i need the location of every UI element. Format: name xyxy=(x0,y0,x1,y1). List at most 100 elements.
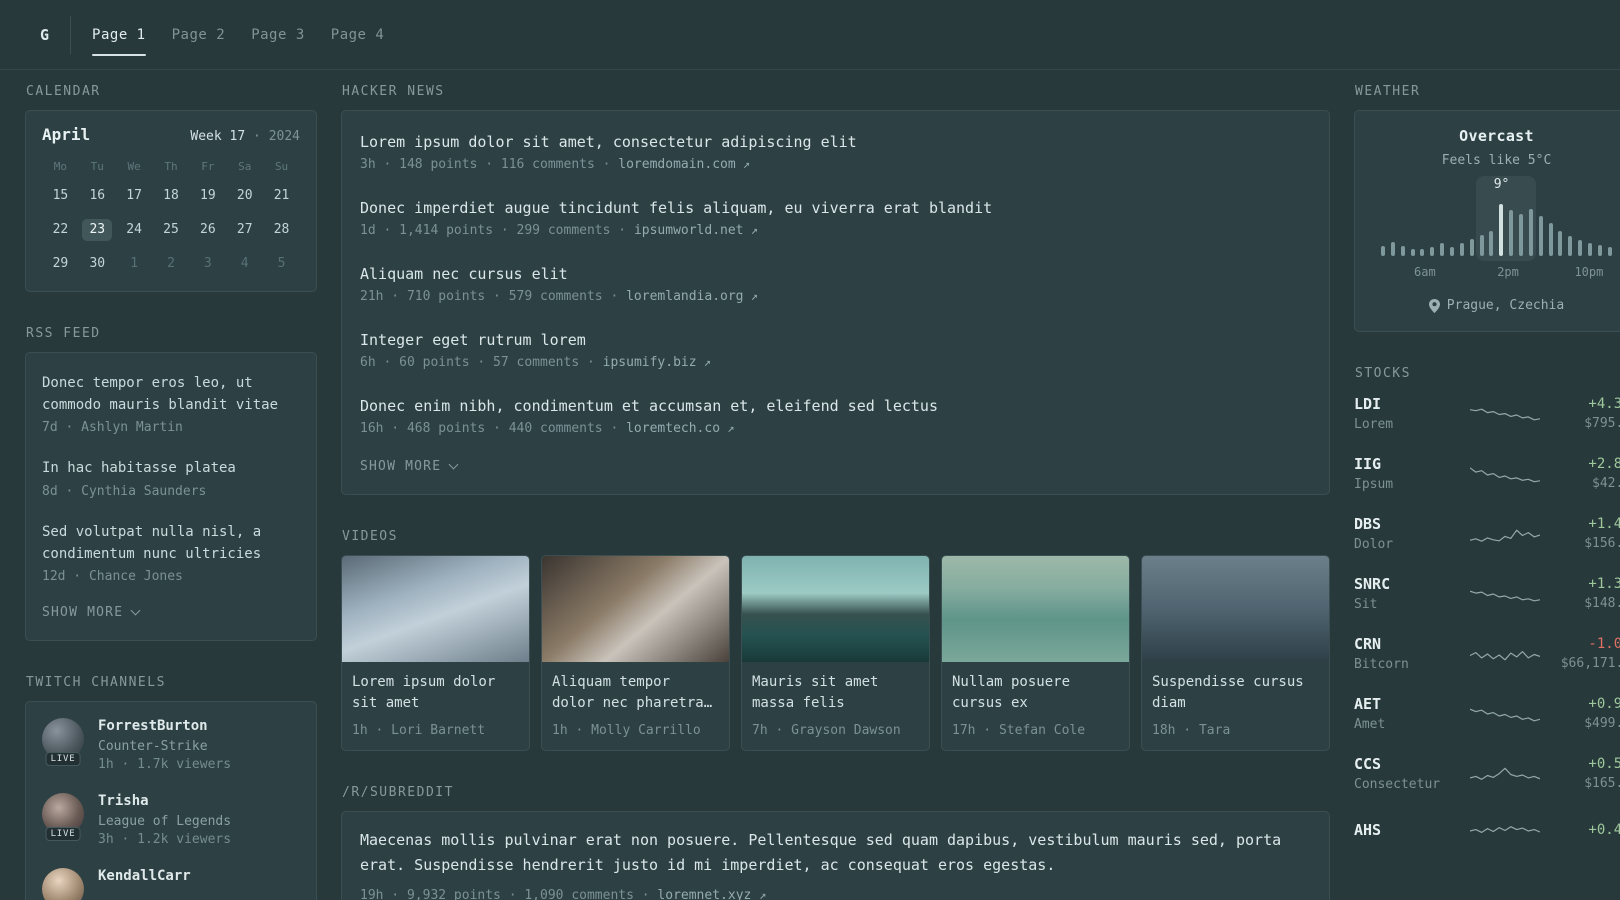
video-card[interactable]: Suspendisse cursus diam 18h · Tara xyxy=(1141,555,1330,751)
video-thumbnail xyxy=(1142,556,1329,662)
stock-symbol: IIG xyxy=(1354,455,1382,473)
stock-row[interactable]: LDI Lorem +4.35% $795.18 xyxy=(1354,395,1620,432)
rss-item-title[interactable]: Donec tempor eros leo, ut commodo mauris… xyxy=(42,373,300,416)
calendar-day-number: 25 xyxy=(163,222,179,237)
hn-item-title[interactable]: Donec enim nibh, condimentum et accumsan… xyxy=(360,396,1311,417)
location-pin-icon xyxy=(1428,298,1440,313)
weather-bar xyxy=(1479,235,1484,256)
rss-widget: RSS FEED Donec tempor eros leo, ut commo… xyxy=(25,326,317,642)
stock-change: +1.42% xyxy=(1588,516,1620,532)
weather-location-text: Prague, Czechia xyxy=(1446,298,1565,313)
hn-item-domain-link[interactable]: loremdomain.com xyxy=(618,157,735,172)
stock-name: Ipsum xyxy=(1354,477,1394,492)
calendar-weekday: Su xyxy=(274,160,289,173)
tab-page-3[interactable]: Page 3 xyxy=(251,0,305,69)
calendar-day-number: 15 xyxy=(52,188,69,203)
separator: · xyxy=(253,129,261,144)
rss-item-title[interactable]: In hac habitasse platea xyxy=(42,458,300,480)
rss-item: In hac habitasse platea 8d · Cynthia Saun… xyxy=(42,446,300,510)
calendar-day: 22 xyxy=(42,219,79,241)
stock-sparkline xyxy=(1470,590,1540,601)
hacker-news-card: Lorem ipsum dolor sit amet, consectetur … xyxy=(341,110,1330,495)
twitch-channel-name[interactable]: KendallCarr xyxy=(98,868,191,884)
stock-row[interactable]: AET Amet +0.92% $499.72 xyxy=(1354,695,1620,732)
video-card[interactable]: Lorem ipsum dolor sit amet consectetu… 1h… xyxy=(341,555,530,751)
widget-title-twitch: TWITCH CHANNELS xyxy=(26,675,166,691)
stock-symbol: AET xyxy=(1354,695,1382,713)
stock-row[interactable]: SNRC Sit +1.36% $148.64 xyxy=(1354,575,1620,612)
hn-item-title[interactable]: Donec imperdiet augue tincidunt felis al… xyxy=(360,198,1311,219)
hn-item-domain-link[interactable]: ipsumify.biz xyxy=(603,355,697,370)
app-logo[interactable]: G xyxy=(25,15,72,54)
stock-change: +1.36% xyxy=(1588,576,1620,592)
video-card-body: Aliquam tempor dolor nec pharetra… 1h · M… xyxy=(542,662,729,750)
subreddit-post-domain-link[interactable]: loremnet.xyz xyxy=(657,888,751,900)
rss-show-more-button[interactable]: SHOW MORE xyxy=(42,595,300,632)
video-thumbnail xyxy=(342,556,529,662)
weather-bar-current xyxy=(1499,204,1504,256)
weather-time-label: 2pm xyxy=(1497,265,1519,279)
calendar-day: 28 xyxy=(263,219,300,241)
stock-row[interactable]: AHS +0.46% xyxy=(1354,815,1620,845)
calendar-month: April xyxy=(42,125,91,144)
rss-list: Donec tempor eros leo, ut commodo mauris… xyxy=(42,361,300,595)
calendar-day-number: 27 xyxy=(236,222,253,237)
hn-item-title[interactable]: Lorem ipsum dolor sit amet, consectetur … xyxy=(360,132,1311,153)
weather-feels-like: Feels like 5°C xyxy=(1441,153,1552,168)
dashboard-page: G Page 1 Page 2 Page 3 Page 4 CALENDAR Apri… xyxy=(0,0,1620,900)
twitch-channel-name[interactable]: Trisha xyxy=(98,793,231,809)
rss-item-title[interactable]: Sed volutpat nulla nisl, a condimentum n… xyxy=(42,522,300,565)
stock-name: Amet xyxy=(1354,717,1386,732)
hn-item-domain-link[interactable]: ipsumworld.net xyxy=(634,223,744,238)
tab-page-1[interactable]: Page 1 xyxy=(92,0,146,69)
calendar-day-number: 24 xyxy=(126,222,142,237)
weather-time-label: 6am xyxy=(1414,265,1436,279)
avatar[interactable]: LIVE xyxy=(42,718,84,767)
main-content: CALENDAR April Week 17 · 2024 Mo Tu We Th Fr… xyxy=(0,70,1620,900)
hn-item-domain-link[interactable]: loremlandia.org xyxy=(626,289,743,304)
calendar-day: 26 xyxy=(189,219,226,241)
tab-page-4[interactable]: Page 4 xyxy=(331,0,385,69)
tab-page-2[interactable]: Page 2 xyxy=(172,0,226,69)
separator: · xyxy=(641,887,650,900)
rss-item-meta: 8d · Cynthia Saunders xyxy=(42,484,207,500)
weather-time-label: 10pm xyxy=(1574,265,1604,279)
hn-item-meta: 6h · 60 points · 57 comments · ipsumify.… xyxy=(360,355,1311,370)
video-card[interactable]: Mauris sit amet massa felis 7h · Grayson … xyxy=(741,555,930,751)
twitch-channel-list: LIVE ForrestBurton Counter-Strike 1h · 1.7k… xyxy=(42,718,300,900)
calendar-day: 5 xyxy=(263,253,300,275)
video-title: Mauris sit amet massa felis xyxy=(752,674,879,711)
hn-item: Aliquam nec cursus elit 21h · 710 points … xyxy=(360,251,1311,317)
avatar[interactable] xyxy=(42,868,84,900)
stock-row[interactable]: DBS Dolor +1.42% $156.28 xyxy=(1354,515,1620,552)
stock-row[interactable]: CCS Consectetur +0.51% $165.84 xyxy=(1354,755,1620,792)
subreddit-post-text[interactable]: Maecenas mollis pulvinar erat non posuer… xyxy=(360,828,1311,878)
video-meta: 1h · Molly Carrillo xyxy=(552,723,701,738)
hn-show-more-button[interactable]: SHOW MORE xyxy=(360,449,1311,486)
weather-bar xyxy=(1528,209,1533,256)
calendar-year: 2024 xyxy=(268,129,300,144)
stock-name: Dolor xyxy=(1354,537,1394,552)
hn-item-domain-link[interactable]: loremtech.co xyxy=(626,421,720,436)
calendar-day: 4 xyxy=(226,253,263,275)
widget-title-stocks: STOCKS xyxy=(1355,366,1411,381)
calendar-day-number: 17 xyxy=(126,188,142,203)
calendar-week: Week 17 xyxy=(190,129,246,144)
weather-bar xyxy=(1469,239,1474,256)
hn-item-title[interactable]: Integer eget rutrum lorem xyxy=(360,330,1311,351)
video-card[interactable]: Aliquam tempor dolor nec pharetra… 1h · M… xyxy=(541,555,730,751)
hn-item-title[interactable]: Aliquam nec cursus elit xyxy=(360,264,1311,285)
calendar-day-number: 18 xyxy=(163,188,179,203)
video-card[interactable]: Nullam posuere cursus ex 17h · Stefan Col… xyxy=(941,555,1130,751)
stock-row[interactable]: CRN Bitcorn -1.00% $66,171.48 xyxy=(1354,635,1620,672)
twitch-channel-name[interactable]: ForrestBurton xyxy=(98,718,231,734)
twitch-channel-info: KendallCarr xyxy=(98,868,191,884)
live-badge: LIVE xyxy=(45,827,81,842)
calendar-card: April Week 17 · 2024 Mo Tu We Th Fr Sa Su 15 16 1… xyxy=(25,110,317,292)
avatar[interactable]: LIVE xyxy=(42,793,84,842)
rss-item-meta: 7d · Ashlyn Martin xyxy=(42,420,183,436)
stock-price: $156.28 xyxy=(1584,536,1620,551)
stock-values: -1.00% $66,171.48 xyxy=(1543,636,1620,671)
stock-row[interactable]: IIG Ipsum +2.84% $42.04 xyxy=(1354,455,1620,492)
rss-item-meta: 12d · Chance Jones xyxy=(42,569,183,585)
